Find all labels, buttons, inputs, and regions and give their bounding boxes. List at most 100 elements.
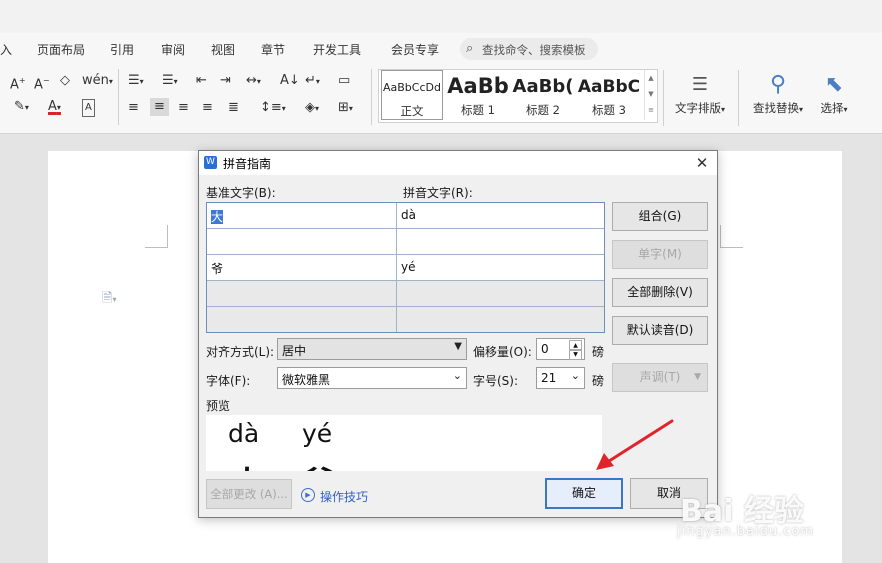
line-spacing-icon[interactable]: ↕≡▾ [260, 100, 286, 117]
tab-insert[interactable]: 入 [0, 41, 12, 58]
table-tools-icon[interactable]: ▭ [338, 73, 350, 89]
change-all-button[interactable]: 全部更改 (A)... [206, 479, 292, 509]
ruby-text-cell-disabled [397, 307, 604, 332]
style-heading-3[interactable]: AaBbC 标题 3 [575, 70, 643, 120]
chevron-down-icon: ▼ [694, 372, 701, 382]
tab-page-layout[interactable]: 页面布局 [37, 41, 85, 58]
gallery-scroll[interactable]: ▲ ▼ ≡ [644, 70, 657, 120]
align-right-icon[interactable]: ≡ [178, 100, 189, 116]
ok-button[interactable]: 确定 [545, 478, 623, 509]
spin-down-icon[interactable]: ▼ [569, 349, 582, 360]
shading-icon[interactable]: ◈▾ [305, 100, 319, 117]
phonetic-guide-icon[interactable]: wén▾ [82, 73, 113, 90]
base-text-value: 大 [211, 210, 224, 224]
base-text-cell-disabled [207, 307, 397, 332]
dialog-title: 拼音指南 [223, 157, 272, 171]
chevron-down-icon: ⌄ [570, 369, 580, 382]
annotation-arrow [596, 419, 674, 470]
align-select[interactable]: 居中 ▼ [277, 338, 467, 360]
increase-indent-icon[interactable]: ⇥ [220, 73, 231, 89]
base-text-cell[interactable]: 爷 [207, 255, 397, 281]
find-replace-label: 查找替换▾ [752, 101, 803, 115]
group-button[interactable]: 组合(G) [612, 202, 708, 231]
chevron-up-icon[interactable]: ▲ [645, 70, 657, 86]
text-layout-label: 文字排版▾ [674, 101, 725, 115]
align-left-icon[interactable]: ≡ [128, 100, 139, 116]
separator [371, 69, 372, 125]
ruby-text-cell[interactable] [397, 229, 604, 255]
search-placeholder: 查找命令、搜索模板 [482, 43, 586, 57]
ruby-text-cell[interactable]: dà [397, 203, 604, 229]
preview-hanzi: 爷 [302, 457, 336, 471]
font-label: 字体(F): [206, 374, 251, 388]
ruby-text-value: yé [401, 260, 416, 274]
ruby-text-value: dà [401, 208, 416, 222]
wps-writer-icon: W [204, 156, 217, 169]
base-text-cell[interactable]: 大 [207, 203, 397, 229]
shrink-font-icon[interactable]: A− [34, 73, 50, 93]
tone-button[interactable]: 声调(T) ▼ [612, 363, 708, 392]
offset-spinner[interactable]: 0 ▲ ▼ [536, 338, 585, 360]
command-search[interactable]: ⌕ 查找命令、搜索模板 [460, 38, 598, 60]
distribute-icon[interactable]: ≣ [228, 100, 239, 116]
style-name: 正文 [400, 104, 424, 118]
tab-view[interactable]: 视图 [211, 41, 235, 58]
magnifier-icon: ⚲ [769, 72, 787, 97]
tab-references[interactable]: 引用 [110, 41, 134, 58]
chinese-layout-icon[interactable]: ↔▾ [246, 73, 261, 90]
style-normal[interactable]: AaBbCcDd 正文 [381, 70, 443, 120]
select-button[interactable]: ⬉ 选择▾ [814, 70, 854, 116]
offset-unit: 磅 [592, 345, 605, 359]
default-reading-button[interactable]: 默认读音(D) [612, 316, 708, 345]
offset-label: 偏移量(O): [473, 345, 532, 359]
style-sample: AaBb( [512, 76, 574, 97]
tab-developer[interactable]: 开发工具 [313, 41, 361, 58]
chevron-down-icon[interactable]: ▼ [645, 86, 657, 102]
tab-member[interactable]: 会员专享 [391, 41, 439, 58]
ruby-text-cell[interactable]: yé [397, 255, 604, 281]
preview-pinyin: yé [302, 419, 333, 448]
arrow-shaft [604, 419, 674, 465]
tab-review[interactable]: 审阅 [161, 41, 185, 58]
base-text-label: 基准文字(B): [206, 186, 276, 200]
tips-link[interactable]: 操作技巧 [320, 488, 368, 505]
borders-icon[interactable]: ⊞▾ [338, 100, 353, 117]
bullet-list-icon[interactable]: ☰▾ [128, 73, 144, 90]
size-select[interactable]: 21 ⌄ [536, 367, 585, 389]
sort-icon[interactable]: A↓ [280, 73, 300, 89]
separator [738, 70, 739, 126]
title-strip [0, 0, 882, 33]
find-replace-button[interactable]: ⚲ 查找替换▾ [748, 70, 808, 116]
char-border-icon[interactable]: A [82, 99, 95, 117]
document-icon[interactable]: 🗎▾ [102, 289, 116, 311]
gallery-expand-icon[interactable]: ≡ [645, 102, 657, 118]
highlight-icon[interactable]: ✎▾ [14, 99, 29, 116]
base-text-cell[interactable] [207, 229, 397, 255]
text-layout-button[interactable]: ☰ 文字排版▾ [670, 70, 730, 116]
text-layout-icon: ☰ [691, 74, 709, 95]
separator [663, 70, 664, 126]
align-center-icon[interactable]: ≡ [150, 98, 169, 116]
play-icon[interactable]: ▶ [301, 488, 315, 502]
numbered-list-icon[interactable]: ☰▾ [162, 73, 178, 90]
tab-section[interactable]: 章节 [261, 41, 285, 58]
clear-all-button[interactable]: 全部删除(V) [612, 278, 708, 307]
size-unit: 磅 [592, 374, 605, 388]
style-heading-2[interactable]: AaBb( 标题 2 [511, 70, 575, 120]
decrease-indent-icon[interactable]: ⇤ [196, 73, 207, 89]
margin-mark-right [720, 225, 743, 248]
close-icon[interactable]: ✕ [691, 152, 713, 174]
single-char-button[interactable]: 单字(M) [612, 240, 708, 269]
margin-mark-left [145, 225, 168, 248]
font-select[interactable]: 微软雅黑 ⌄ [277, 367, 467, 389]
dialog-titlebar[interactable]: W 拼音指南 ✕ [199, 151, 717, 175]
clear-format-icon[interactable]: ◇ [60, 73, 70, 89]
justify-icon[interactable]: ≡ [202, 100, 213, 116]
grow-font-icon[interactable]: A+ [10, 73, 26, 93]
ruby-text-cell-disabled [397, 281, 604, 307]
style-name: 标题 3 [592, 103, 626, 117]
show-marks-icon[interactable]: ↵▾ [305, 73, 320, 90]
font-color-icon[interactable]: A▾ [48, 99, 61, 116]
style-heading-1[interactable]: AaBb 标题 1 [445, 70, 511, 120]
align-label: 对齐方式(L): [206, 345, 275, 359]
